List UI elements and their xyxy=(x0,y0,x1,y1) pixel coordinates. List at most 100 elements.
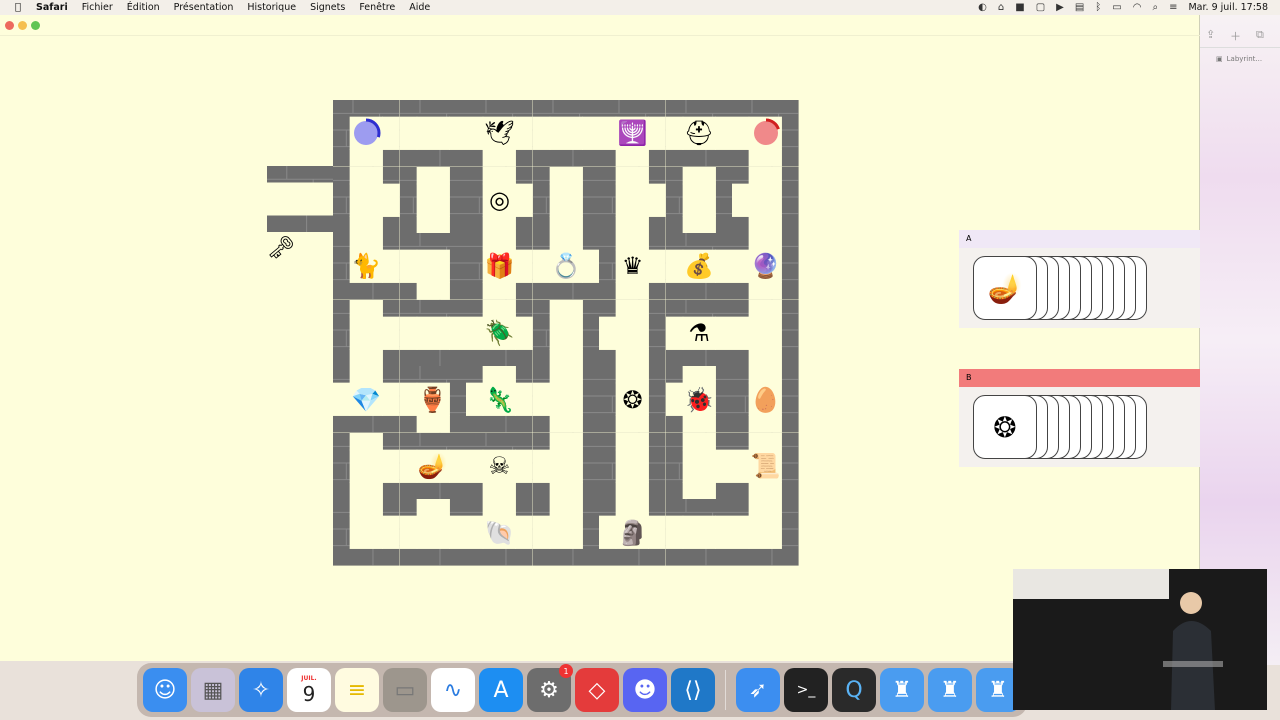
adobe-icon[interactable]: ■ xyxy=(1015,2,1024,13)
maze-tile: ☠ xyxy=(466,432,533,500)
menu-app-name[interactable]: Safari xyxy=(36,2,68,13)
terminal-icon[interactable]: >_ xyxy=(784,668,828,712)
calendar-month: JUIL. xyxy=(301,674,317,682)
menu-help[interactable]: Aide xyxy=(409,2,430,13)
maze-tile xyxy=(732,299,800,367)
lighthouse-1-icon[interactable]: ♜ xyxy=(880,668,924,712)
player-b-pawn[interactable] xyxy=(751,118,781,148)
maze-tile xyxy=(333,432,400,500)
ammonite-icon: 🐚 xyxy=(484,518,515,547)
player-a-pawn[interactable] xyxy=(351,118,381,148)
menu-edit[interactable]: Édition xyxy=(127,2,160,13)
maze-tile xyxy=(665,499,733,567)
maze-tile xyxy=(665,166,733,234)
maze-tile xyxy=(532,166,600,234)
settings-badge: 1 xyxy=(559,664,573,678)
menu-bookmarks[interactable]: Signets xyxy=(310,2,345,13)
search-icon[interactable]: ⌕ xyxy=(1152,2,1158,13)
maze-tile xyxy=(665,432,733,500)
maze-tile xyxy=(399,166,467,234)
maze-tile: 🪔 xyxy=(399,432,467,500)
player-a-panel: A 🪔 xyxy=(959,230,1200,328)
maze-tile: 🐚 xyxy=(466,499,533,567)
crystal-ball-icon: 🔮 xyxy=(750,252,781,281)
maze-tile xyxy=(532,100,600,167)
player-b-panel: B ❂ xyxy=(959,369,1200,467)
fullscreen-window-button[interactable] xyxy=(31,21,40,30)
play-icon[interactable]: ▶ xyxy=(1056,2,1064,13)
control-center-icon[interactable]: ≡ xyxy=(1169,2,1177,13)
discord-icon[interactable]: ☻ xyxy=(623,668,667,712)
maze-tile xyxy=(399,299,467,367)
player-a-header: A xyxy=(959,230,1200,248)
wifi-icon[interactable]: ◠ xyxy=(1133,2,1142,13)
maze-tile: ♛ xyxy=(599,233,666,300)
terminal-mini-icon[interactable]: ▭ xyxy=(383,668,427,712)
ring-icon: 💍 xyxy=(551,252,581,281)
rocket-icon[interactable]: ➶ xyxy=(736,668,780,712)
maze-tile: 🔮 xyxy=(732,233,800,300)
maze-tile xyxy=(333,299,400,367)
maze-tile xyxy=(399,233,467,300)
skull-crossbones-icon: ☠ xyxy=(488,452,511,481)
maze-tile xyxy=(333,166,400,234)
menu-file[interactable]: Fichier xyxy=(82,2,113,13)
safari-icon[interactable]: ✧ xyxy=(239,668,283,712)
projector-screen xyxy=(1013,569,1169,599)
maze-tile: ◎ xyxy=(466,166,533,234)
maze-tile xyxy=(732,166,800,234)
vase-icon: 🏺 xyxy=(417,385,448,414)
maze-tile: 🎁 xyxy=(466,233,533,300)
focus-icon[interactable]: ◐ xyxy=(978,2,987,13)
notes-icon[interactable]: ≡ xyxy=(335,668,379,712)
share-icon[interactable]: ⇪ xyxy=(1206,28,1215,41)
browser-tab[interactable]: ▣ Labyrint... xyxy=(1216,55,1262,63)
dreamcatcher-icon: ❂ xyxy=(993,410,1017,444)
quicktime-icon[interactable]: Q xyxy=(832,668,876,712)
anydesk-icon[interactable]: ◇ xyxy=(575,668,619,712)
freeform-icon[interactable]: ∿ xyxy=(431,668,475,712)
battery-icon[interactable]: ▭ xyxy=(1112,2,1121,13)
player-b-header: B xyxy=(959,369,1200,387)
calendar-icon[interactable]: JUIL. 9 xyxy=(287,668,331,712)
current-objective-card: ❂ xyxy=(973,395,1037,459)
window-icon[interactable]: ▢ xyxy=(1036,2,1045,13)
maze-tile: 🪲 xyxy=(466,299,533,367)
maze-tile xyxy=(599,299,666,367)
lighthouse-2-icon[interactable]: ♜ xyxy=(928,668,972,712)
tab-overview-icon[interactable]: ⧉ xyxy=(1256,28,1264,42)
menu-window[interactable]: Fenêtre xyxy=(359,2,395,13)
speaker-figure xyxy=(1163,592,1223,710)
menu-view[interactable]: Présentation xyxy=(174,2,234,13)
menubar-clock[interactable]: Mar. 9 juil. 17:58 xyxy=(1188,2,1268,13)
second-window-strip: ⇪ ＋ ⧉ ▣ Labyrint... xyxy=(1200,15,1280,665)
genie-lamp-icon: 🪔 xyxy=(987,271,1023,305)
crown-icon: ♛ xyxy=(621,252,644,281)
potion-icon: ⚗ xyxy=(688,319,710,347)
close-window-button[interactable] xyxy=(5,21,14,30)
scarab-icon: 🐞 xyxy=(684,385,715,414)
minimize-window-button[interactable] xyxy=(18,21,27,30)
menu-history[interactable]: Historique xyxy=(247,2,296,13)
new-tab-icon[interactable]: ＋ xyxy=(1230,28,1241,44)
grid-icon[interactable]: ▤ xyxy=(1075,2,1084,13)
apple-menu-icon[interactable]:  xyxy=(0,2,36,13)
airplay-icon[interactable]: ⌂ xyxy=(998,2,1004,13)
dove-icon: 🕊 xyxy=(484,119,515,148)
maze-tile: 💰 xyxy=(665,233,733,300)
diamond-icon: 💎 xyxy=(351,385,382,414)
current-objective-card: 🪔 xyxy=(973,256,1037,320)
launchpad-icon[interactable]: ▦ xyxy=(191,668,235,712)
maze-tile xyxy=(532,432,600,500)
app-store-icon[interactable]: A xyxy=(479,668,523,712)
dock-separator xyxy=(725,670,726,710)
vscode-icon[interactable]: ⟨⟩ xyxy=(671,668,715,712)
finder-icon[interactable]: ☺ xyxy=(143,668,187,712)
bluetooth-icon[interactable]: ᛒ xyxy=(1095,2,1101,13)
cat-icon: 🐈 xyxy=(351,252,382,281)
maze-tile xyxy=(399,499,467,567)
extra-tile[interactable]: 🗝 xyxy=(267,166,333,261)
money-bag-icon: 💰 xyxy=(684,252,715,281)
system-settings-icon[interactable]: ⚙ 1 xyxy=(527,664,573,712)
maze-tile: ❂ xyxy=(599,366,666,433)
